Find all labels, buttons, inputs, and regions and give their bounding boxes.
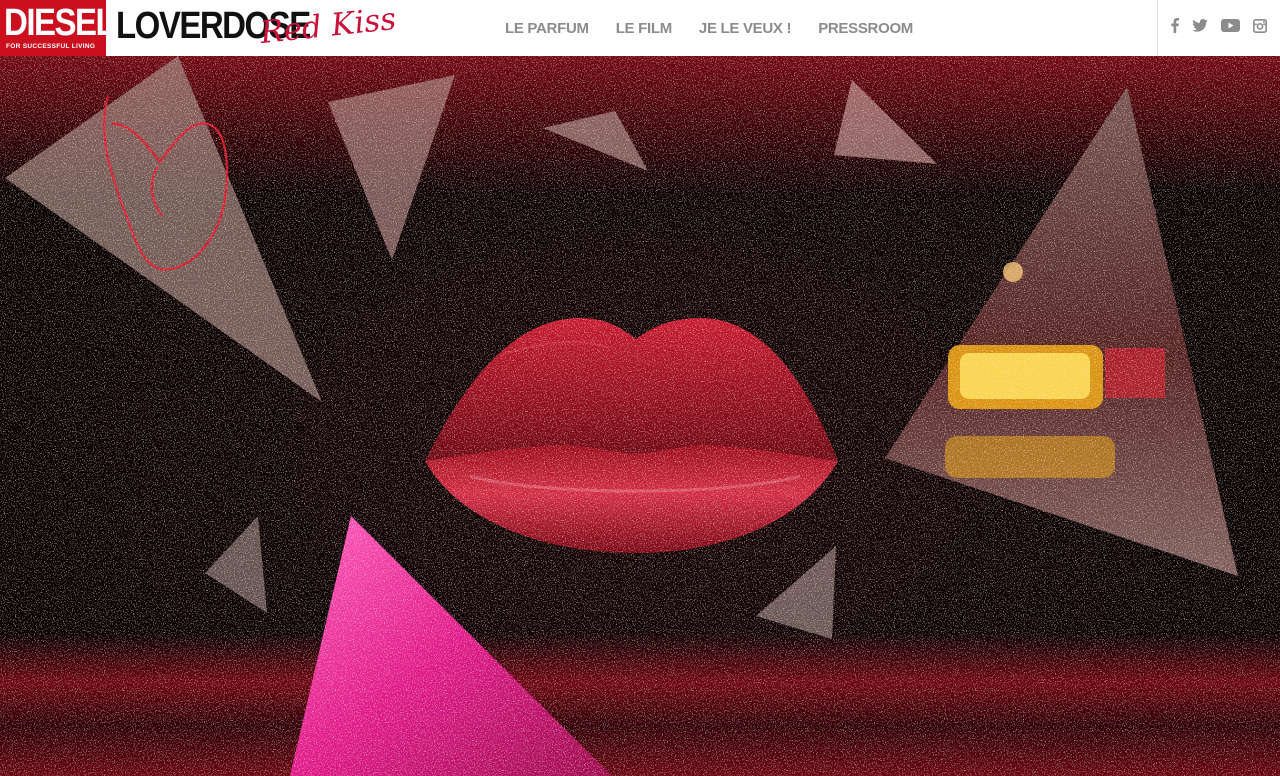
social-links xyxy=(1157,0,1280,56)
youtube-icon[interactable] xyxy=(1221,19,1240,37)
product-logo[interactable]: LOVERDOSE Red Kiss xyxy=(116,1,406,54)
nav-item-pressroom[interactable]: PRESSROOM xyxy=(818,20,913,37)
diesel-logo[interactable]: DIESEL FOR SUCCESSFUL LIVING xyxy=(0,0,116,56)
hero-visual xyxy=(0,56,1280,776)
instagram-icon[interactable] xyxy=(1253,18,1267,38)
nav-item-le-parfum[interactable]: LE PARFUM xyxy=(505,20,589,37)
main-nav: LE PARFUM LE FILM JE LE VEUX ! PRESSROOM xyxy=(505,0,940,56)
facebook-icon[interactable] xyxy=(1171,18,1179,38)
hero-artwork xyxy=(0,56,1280,776)
nav-item-le-film[interactable]: LE FILM xyxy=(616,20,673,37)
twitter-icon[interactable] xyxy=(1192,19,1208,37)
glitter-noise-overlay xyxy=(0,56,1280,776)
site-header: DIESEL FOR SUCCESSFUL LIVING LOVERDOSE R… xyxy=(0,0,1280,56)
nav-item-je-le-veux[interactable]: JE LE VEUX ! xyxy=(699,20,792,37)
diesel-logo-text: DIESEL xyxy=(4,0,116,44)
diesel-logo-tagline: FOR SUCCESSFUL LIVING xyxy=(6,43,96,50)
